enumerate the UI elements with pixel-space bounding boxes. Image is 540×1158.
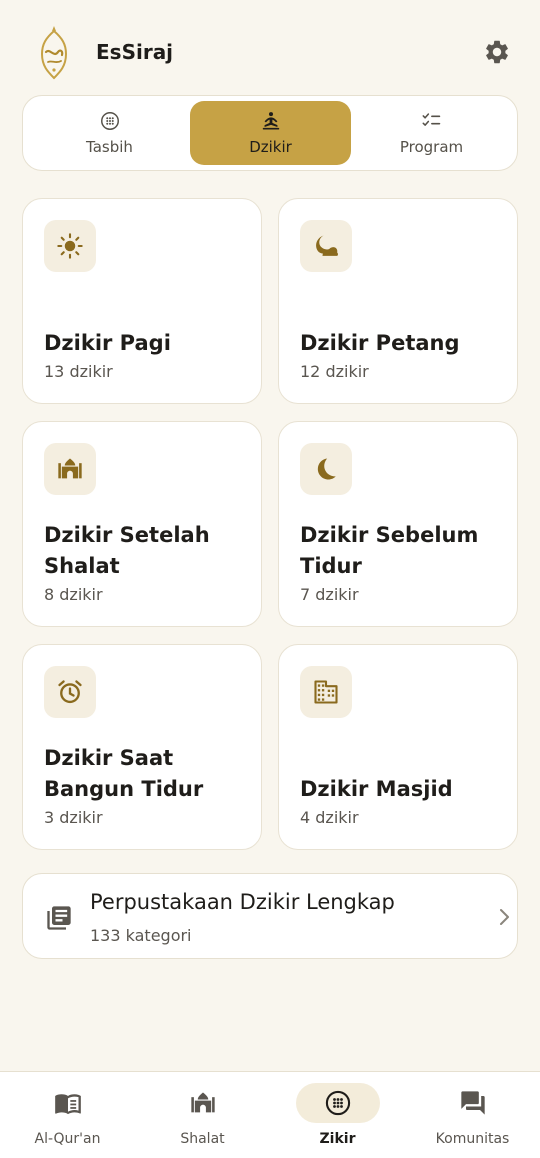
bottom-navigation: Al-Qur'an Shalat Zikir Komunitas xyxy=(0,1071,540,1158)
tab-program[interactable]: Program xyxy=(351,101,512,165)
card-count: 13 dzikir xyxy=(44,362,113,381)
nav-label: Al-Qur'an xyxy=(34,1131,101,1147)
meditation-icon xyxy=(262,112,279,130)
card-icon-box xyxy=(300,666,352,718)
card-dzikir-pagi[interactable]: Dzikir Pagi 13 dzikir xyxy=(22,198,262,404)
card-dzikir-masjid[interactable]: Dzikir Masjid 4 dzikir xyxy=(278,644,518,850)
nav-label: Komunitas xyxy=(435,1131,510,1147)
card-count: 8 dzikir xyxy=(44,585,103,604)
card-count: 7 dzikir xyxy=(300,585,359,604)
card-icon-box xyxy=(300,220,352,272)
nav-item-shalat[interactable]: Shalat xyxy=(135,1072,270,1158)
library-count: 133 kategori xyxy=(90,926,192,945)
library-row[interactable]: Perpustakaan Dzikir Lengkap 133 kategori xyxy=(22,873,518,959)
card-icon-box xyxy=(44,666,96,718)
nav-label: Shalat xyxy=(180,1131,225,1147)
card-dzikir-sebelum-tidur[interactable]: Dzikir Sebelum Tidur 7 dzikir xyxy=(278,421,518,627)
checklist-icon xyxy=(422,113,440,126)
night-icon xyxy=(316,235,338,256)
tasbih-icon xyxy=(325,1090,350,1116)
card-title: Dzikir Petang xyxy=(300,331,460,355)
card-count: 3 dzikir xyxy=(44,808,103,827)
card-title: Dzikir Setelah Shalat xyxy=(44,523,210,578)
mosque-icon xyxy=(190,1092,215,1113)
gear-icon[interactable] xyxy=(483,38,511,66)
card-icon-box xyxy=(44,443,96,495)
chat-forum-icon xyxy=(460,1091,485,1115)
chevron-right-icon xyxy=(500,909,509,925)
card-title: Dzikir Saat Bangun Tidur xyxy=(44,746,204,801)
nav-item-zikir[interactable]: Zikir xyxy=(270,1072,405,1158)
card-icon-box xyxy=(44,220,96,272)
card-dzikir-petang[interactable]: Dzikir Petang 12 dzikir xyxy=(278,198,518,404)
moon-icon xyxy=(317,458,336,480)
tab-tasbih-label: Tasbih xyxy=(86,138,133,156)
alarm-icon xyxy=(58,680,82,704)
card-icon-box xyxy=(300,443,352,495)
library-title: Perpustakaan Dzikir Lengkap xyxy=(90,890,395,914)
nav-item-komunitas[interactable]: Komunitas xyxy=(405,1072,540,1158)
tasbih-icon xyxy=(100,112,119,130)
app-title: EsSiraj xyxy=(96,40,174,64)
tab-dzikir-label: Dzikir xyxy=(249,138,292,156)
app-header: EsSiraj xyxy=(0,0,540,100)
mosque-icon xyxy=(58,458,82,479)
library-books-icon xyxy=(47,906,71,930)
tab-dzikir[interactable]: Dzikir xyxy=(190,101,351,165)
sun-icon xyxy=(57,233,83,259)
mode-tabs: Tasbih Dzikir Program xyxy=(22,95,518,171)
card-title: Dzikir Pagi xyxy=(44,331,171,355)
card-count: 4 dzikir xyxy=(300,808,359,827)
tab-tasbih[interactable]: Tasbih xyxy=(29,101,190,165)
nav-label: Zikir xyxy=(319,1131,356,1147)
card-title: Dzikir Masjid xyxy=(300,777,453,801)
card-count: 12 dzikir xyxy=(300,362,369,381)
card-dzikir-saat-bangun-tidur[interactable]: Dzikir Saat Bangun Tidur 3 dzikir xyxy=(22,644,262,850)
building-icon xyxy=(314,680,338,704)
card-dzikir-setelah-shalat[interactable]: Dzikir Setelah Shalat 8 dzikir xyxy=(22,421,262,627)
quran-book-icon xyxy=(54,1094,81,1115)
card-title: Dzikir Sebelum Tidur xyxy=(300,523,479,578)
nav-item-al-quran[interactable]: Al-Qur'an xyxy=(0,1072,135,1158)
tab-program-label: Program xyxy=(399,138,464,156)
essiraj-lantern-logo xyxy=(40,26,68,80)
